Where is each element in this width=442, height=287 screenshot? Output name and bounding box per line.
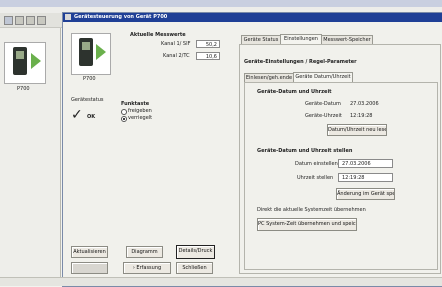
radio-label: verriegelt xyxy=(128,115,153,121)
device-icon xyxy=(13,47,27,75)
dialog-titlebar: Gerätesteuerung von Gerät P700 xyxy=(63,13,442,22)
section2-title: Geräte-Datum und Uhrzeit stellen xyxy=(257,148,353,154)
status-label: Gerätestatus xyxy=(71,97,104,103)
set-time-label: Uhrzeit stellen xyxy=(297,175,334,181)
measurement-value: 10,6 xyxy=(196,52,220,60)
status-value: OK xyxy=(87,114,96,120)
check-icon: ✓ xyxy=(71,107,83,123)
device-date-label: Geräte-Datum xyxy=(305,101,341,107)
save-to-device-button[interactable]: Änderung im Gerät speichern xyxy=(336,188,395,200)
arrow-right-icon xyxy=(96,44,106,60)
measurements-title: Aktuelle Messwerte xyxy=(130,32,186,38)
toolbar-icon[interactable] xyxy=(37,16,46,25)
datetime-panel: Geräte-Datum und Uhrzeit Geräte-Datum 27… xyxy=(244,82,438,270)
dialog-window: Gerätesteuerung von Gerät P700 P700 Gerä… xyxy=(62,12,442,287)
measurement-label: Kanal 1/ SIF xyxy=(161,41,191,47)
toolbar-icon[interactable] xyxy=(26,16,35,25)
toolbar-icon[interactable] xyxy=(15,16,24,25)
measurement-label: Kanal 2/TC xyxy=(163,53,190,59)
settings-header: Geräte-Einstellungen / Regel-Parameter xyxy=(244,59,357,65)
radio-freigeben[interactable] xyxy=(121,109,127,115)
radio-verriegelt[interactable] xyxy=(121,116,127,122)
acquisition-label: Erfassung xyxy=(136,265,162,271)
pc-time-button[interactable]: PC System-Zeit übernehmen und speichern xyxy=(257,218,357,231)
set-date-input[interactable]: 27.03.2006 xyxy=(338,159,393,168)
radio-label: freigeben xyxy=(128,108,152,114)
device-tile[interactable] xyxy=(4,42,46,84)
diagram-button[interactable]: Diagramm xyxy=(126,246,163,258)
device-label: P700 xyxy=(83,76,96,82)
app-toolbar xyxy=(0,13,62,28)
device-date-value: 27.03.2006 xyxy=(350,101,379,107)
device-time-label: Geräte-Uhrzeit xyxy=(305,113,342,119)
device-label: P700 xyxy=(17,86,30,92)
measurement-value: 50,2 xyxy=(196,40,220,48)
refresh-button[interactable]: Aktualisieren xyxy=(71,246,108,258)
device-picture xyxy=(71,33,111,75)
keys-title: Funktaste xyxy=(121,101,150,107)
arrow-right-icon xyxy=(31,53,41,69)
acquisition-button[interactable]: › Erfassung xyxy=(123,262,171,274)
details-print-button[interactable]: Details/Druck xyxy=(176,245,215,259)
arrow-icon: › xyxy=(132,265,135,271)
section1-title: Geräte-Datum und Uhrzeit xyxy=(257,89,332,95)
dialog-title: Gerätesteuerung von Gerät P700 xyxy=(74,14,168,20)
window-icon xyxy=(65,14,71,20)
close-button[interactable]: Schließen xyxy=(176,262,213,274)
device-sidebar: P700 xyxy=(0,28,61,285)
app-titlebar xyxy=(0,0,442,7)
pc-time-text: Direkt die aktuelle Systemzeit übernehme… xyxy=(257,207,366,213)
settings-panel: Geräte-Einstellungen / Regel-Parameter E… xyxy=(239,44,441,274)
toolbar-icon[interactable] xyxy=(4,16,13,25)
disabled-button xyxy=(71,262,108,274)
device-time-value: 12:19:28 xyxy=(350,113,373,119)
set-time-input[interactable]: 12:19:28 xyxy=(338,173,393,182)
set-date-label: Datum einstellen xyxy=(295,161,338,167)
device-icon xyxy=(79,38,93,66)
read-datetime-button[interactable]: Datum/Uhrzeit neu lesen xyxy=(327,124,387,136)
